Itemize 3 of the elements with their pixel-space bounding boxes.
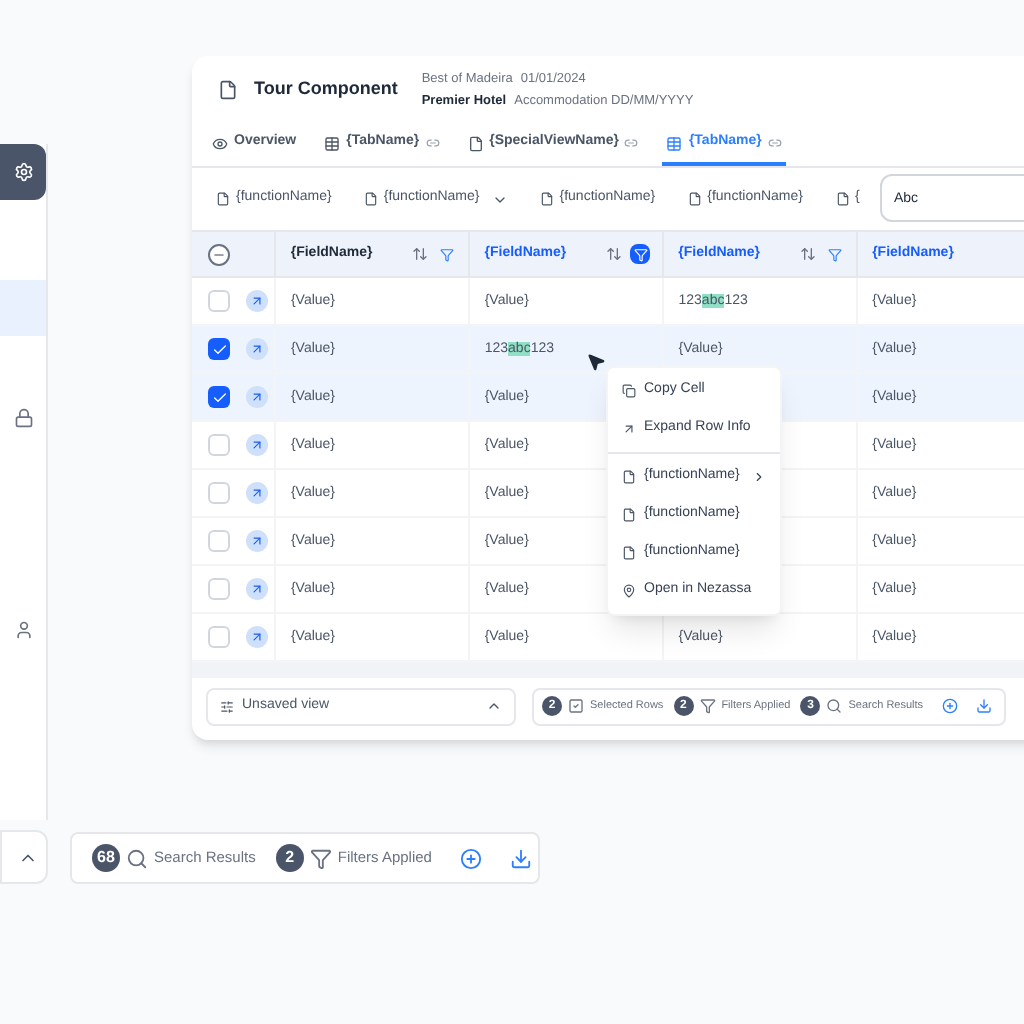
window-title: Tour Component <box>254 76 398 103</box>
count-badge: 2 <box>275 844 304 872</box>
count-badge: 68 <box>92 844 120 872</box>
